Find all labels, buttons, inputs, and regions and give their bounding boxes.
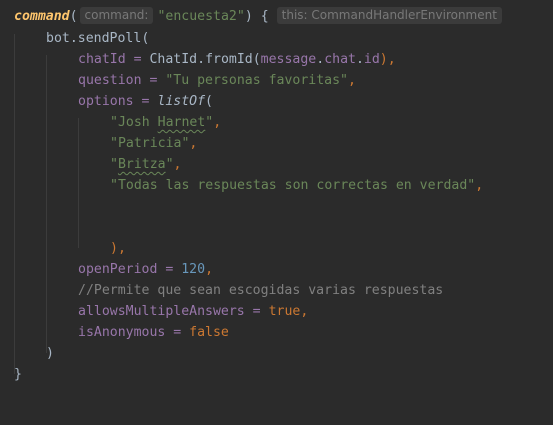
string-literal: " [110, 157, 118, 172]
receiver: bot [46, 31, 70, 46]
named-arg: isAnonymous [78, 325, 166, 340]
string-literal: "Tu personas favoritas" [165, 73, 348, 88]
typo-word: Britza [117, 157, 166, 172]
comma: , [300, 304, 309, 319]
comma: , [189, 136, 198, 151]
boolean-literal: false [189, 325, 229, 340]
closing-brace: } [14, 367, 22, 382]
comment: //Permite que sean escogidas varias resp… [78, 283, 444, 298]
closing-paren: ), [110, 241, 126, 256]
indent-guide [78, 118, 79, 248]
parameter-hint: command: [79, 7, 154, 24]
string-literal: "Patricia" [110, 136, 190, 151]
named-arg: question [78, 73, 142, 88]
code-line-5: options = listOf( [78, 91, 213, 112]
code-editor[interactable]: command(command: "encuesta2") {this: Comm… [0, 0, 553, 425]
dot: . [316, 52, 325, 67]
paren-brace: ) { [244, 9, 269, 24]
comma: , [173, 157, 182, 172]
command-string: "encuesta2" [157, 9, 245, 24]
code-line-13: openPeriod = 120, [78, 259, 213, 280]
number-literal: 120 [181, 262, 206, 277]
named-arg: openPeriod [78, 262, 158, 277]
string-literal: " [165, 157, 174, 172]
code-line-18: } [14, 364, 22, 385]
code-line-12: ), [110, 238, 126, 259]
code-line-2: bot.sendPoll( [46, 28, 149, 49]
equals: = [244, 304, 269, 319]
dot: . [197, 52, 206, 67]
indent-guide [14, 34, 15, 374]
paren: ( [252, 52, 261, 67]
comma: , [475, 178, 484, 193]
code-line-3: chatId = ChatId.fromId(message.chat.id), [78, 49, 396, 70]
paren-comma: ), [379, 52, 396, 67]
dot: . [69, 31, 78, 46]
comma: , [213, 115, 222, 130]
string-literal: "Todas las respuestas son correctas en v… [110, 178, 476, 193]
function-name: command [14, 9, 70, 24]
comma: , [205, 262, 214, 277]
method-call: fromId [205, 52, 253, 67]
code-line-6: "Josh Harnet", [110, 112, 221, 133]
code-line-8: "Britza", [110, 154, 182, 175]
code-line-7: "Patricia", [110, 133, 197, 154]
string-literal: "Josh [110, 115, 158, 130]
indent-guide [46, 55, 47, 353]
named-arg: allowsMultipleAnswers [78, 304, 245, 319]
function-call: listOf [157, 94, 206, 109]
paren: ( [205, 94, 213, 109]
named-arg: chatId [78, 52, 126, 67]
equals: = [165, 325, 190, 340]
equals: = [133, 94, 158, 109]
equals: = [157, 262, 182, 277]
closing-paren: ) [46, 346, 54, 361]
typo-word: Harnet [157, 115, 206, 130]
named-arg: options [78, 94, 134, 109]
receiver-hint: this: CommandHandlerEnvironment [276, 7, 502, 24]
code-line-9: "Todas las respuestas son correctas en v… [110, 175, 483, 196]
code-line-17: ) [46, 343, 54, 364]
code-line-15: allowsMultipleAnswers = true, [78, 301, 308, 322]
paren: ( [69, 9, 78, 24]
arg-id: id [363, 52, 380, 67]
code-line-14: //Permite que sean escogidas varias resp… [78, 280, 443, 301]
equals: = [125, 52, 150, 67]
equals: = [141, 73, 166, 88]
comma: , [347, 73, 356, 88]
code-line-4: question = "Tu personas favoritas", [78, 70, 356, 91]
method-call: sendPoll [77, 31, 142, 46]
arg-message: message [260, 52, 317, 67]
paren: ( [141, 31, 150, 46]
arg-chat: chat [324, 52, 356, 67]
dot: . [355, 52, 364, 67]
code-line-16: isAnonymous = false [78, 322, 229, 343]
code-line-1: command(command: "encuesta2") { this: Comm… [14, 6, 506, 27]
class-name: ChatId [149, 52, 198, 67]
boolean-literal: true [268, 304, 301, 319]
